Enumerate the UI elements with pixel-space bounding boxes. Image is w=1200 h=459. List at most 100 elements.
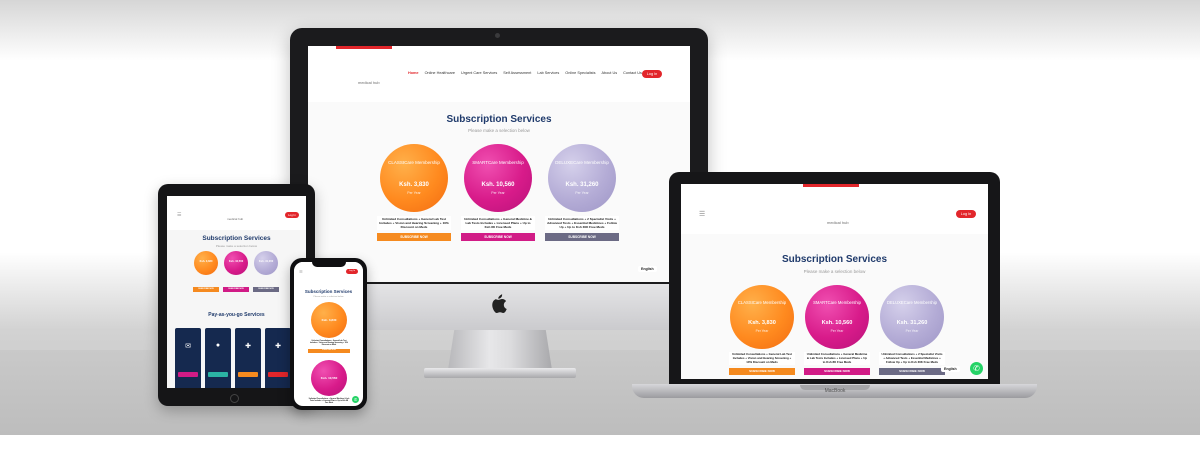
plan-circle: SMARTCare Membership Ksh. 10,560 Per Yea… [805,285,869,349]
plan-price: Ksh. 31,260 [258,260,274,263]
plan-description: Unlimited Consultations + General Lab Te… [308,340,350,347]
language-selector[interactable]: English [941,366,960,372]
hamburger-menu-icon[interactable]: ☰ [177,212,181,218]
service-card[interactable]: ✚ [235,328,261,388]
plan-price: Ksh. 10,560 [821,320,853,326]
laptop-display: ☰ medical hub Log In Subscription Servic… [669,172,1000,386]
plan-circle: DELUXECare Membership Ksh. 31,260 Per Ye… [548,144,616,212]
plan-description: Unlimited Consultations + General Medici… [461,216,535,231]
doctor-icon: ✚ [245,343,251,350]
login-button[interactable]: Log In [642,70,662,78]
login-button[interactable]: Log In [956,210,976,218]
apple-logo-icon [492,294,507,313]
plan-circle: Ksh. 10,560 [311,360,347,396]
plan-circle: Ksh. 3,830 [194,251,218,275]
subscribe-button[interactable]: SUBSCRIBE NOW [308,348,350,353]
tablet-home-button [230,394,239,403]
site-logo[interactable]: medical hub [227,217,243,221]
subscribe-button[interactable]: SUBSCRIBE NOW [223,287,249,292]
plan-price: Ksh. 10,560 [228,260,244,263]
subscribe-button[interactable]: SUBSCRIBE NOW [461,233,535,242]
subscribe-button[interactable]: SUBSCRIBE NOW [545,233,619,242]
service-cta[interactable] [208,372,228,377]
subscribe-button[interactable]: SUBSCRIBE NOW [729,368,795,376]
tablet-screen: ☰ medical hub Log In Subscription Servic… [167,196,306,388]
plan-card-deluxe: Ksh. 31,260 SUBSCRIBE NOW [253,251,279,292]
plan-description: Unlimited Consultations + 2 Specialist V… [545,216,619,231]
plan-price: Ksh. 10,560 [481,182,515,188]
plan-circle: Ksh. 10,560 [224,251,248,275]
nav-item-self-assessment[interactable]: Self Assessment [503,71,531,75]
imac-screen: medical hub Home Online Healthcare Urgen… [308,46,690,282]
whatsapp-icon[interactable]: ✆ [352,396,359,403]
subscribe-button[interactable]: SUBSCRIBE NOW [253,287,279,292]
nav-item-online-specialists[interactable]: Online Specialists [565,71,595,75]
plan-period: Per Year [830,329,844,333]
plan-card-classic: CLASSICare Membership Ksh. 3,830 Per Yea… [729,285,795,376]
language-selector[interactable]: English [638,266,657,272]
service-card[interactable]: ✉ [175,328,201,388]
plan-period: Per Year [905,329,919,333]
plan-circle: Ksh. 3,830 [311,302,347,338]
plan-description: Unlimited Consultations + 2 Specialist V… [879,352,945,366]
plan-card-smart: SMARTCare Membership Ksh. 10,560 Per Yea… [461,144,535,242]
plan-name: SMARTCare Membership [472,160,524,165]
nav-item-lab-services[interactable]: Lab Services [537,71,559,75]
plan-price: Ksh. 31,260 [565,182,599,188]
plan-name: CLASSICare Membership [737,300,787,305]
plan-description: Unlimited Consultations + General Lab Te… [729,352,795,366]
login-button[interactable]: Log In [346,269,358,274]
plan-price: Ksh. 3,830 [748,320,776,326]
plan-circle: Ksh. 31,260 [254,251,278,275]
plan-description: Unlimited Consultations + General Lab Te… [377,216,451,231]
plan-card-deluxe: DELUXECare Membership Ksh. 31,260 Per Ye… [879,285,945,376]
services-title: Pay-as-you-go Services [208,312,265,318]
plan-price: Ksh. 3,830 [199,260,213,263]
nav-item-home[interactable]: Home [408,71,419,75]
nav-item-about-us[interactable]: About Us [601,71,617,75]
site-header: ☰ medical hub Log In [681,184,988,234]
laptop-screen: ☰ medical hub Log In Subscription Servic… [681,184,988,379]
plan-description: Unlimited Consultations + General Medici… [308,398,350,405]
device-mockup-scene: medical hub Home Online Healthcare Urgen… [0,0,1200,459]
plan-period: Per Year [407,191,421,195]
page-title: Subscription Services [781,254,888,265]
laptop-brand-label: MacBook [824,388,846,394]
service-card[interactable]: ✚ [265,328,291,388]
service-cta[interactable] [238,372,258,377]
subscribe-button[interactable]: SUBSCRIBE NOW [193,287,219,292]
hamburger-menu-icon[interactable]: ☰ [699,210,705,218]
whatsapp-icon[interactable]: ✆ [970,362,983,375]
service-card[interactable]: ● [205,328,231,388]
chat-icon: ✉ [185,343,191,350]
nav-item-urgent-care[interactable]: Urgent Care Services [461,71,497,75]
plan-circle: DELUXECare Membership Ksh. 31,260 Per Ye… [880,285,944,349]
nav-item-contact-us[interactable]: Contact Us [623,71,642,75]
site-logo[interactable]: medical hub [358,80,380,85]
plan-card-classic: Ksh. 3,830 Unlimited Consultations + Gen… [308,302,350,353]
hamburger-menu-icon[interactable]: ☰ [299,269,303,274]
plan-card-deluxe: DELUXECare Membership Ksh. 31,260 Per Ye… [545,144,619,242]
camera-dot [495,33,500,38]
service-cta[interactable] [178,372,198,377]
services-cards: ✉ ● ✚ ✚ [175,328,306,388]
page-subtitle: Please make a selection below [803,269,866,274]
subscribe-button[interactable]: SUBSCRIBE NOW [879,368,945,376]
plan-card-classic: CLASSICare Membership Ksh. 3,830 Per Yea… [377,144,451,242]
nav-item-online-healthcare[interactable]: Online Healthcare [425,71,455,75]
plan-price: Ksh. 3,830 [321,318,337,322]
plan-card-smart: SMARTCare Membership Ksh. 10,560 Per Yea… [804,285,870,376]
main-nav: Home Online Healthcare Urgent Care Servi… [408,71,642,75]
subscribe-button[interactable]: SUBSCRIBE NOW [804,368,870,376]
service-cta[interactable] [268,372,288,377]
plan-circle: SMARTCare Membership Ksh. 10,560 Per Yea… [464,144,532,212]
subscribe-button[interactable]: SUBSCRIBE NOW [377,233,451,242]
brand-accent-bar [336,46,392,49]
plan-period: Per Year [491,191,505,195]
site-logo[interactable]: medical hub [827,220,849,225]
plan-name: CLASSICare Membership [388,160,440,165]
login-button[interactable]: Log In [285,212,299,218]
plan-description: Unlimited Consultations + General Medici… [804,352,870,366]
plan-name: DELUXECare Membership [886,300,938,305]
plan-circle: CLASSICare Membership Ksh. 3,830 Per Yea… [730,285,794,349]
